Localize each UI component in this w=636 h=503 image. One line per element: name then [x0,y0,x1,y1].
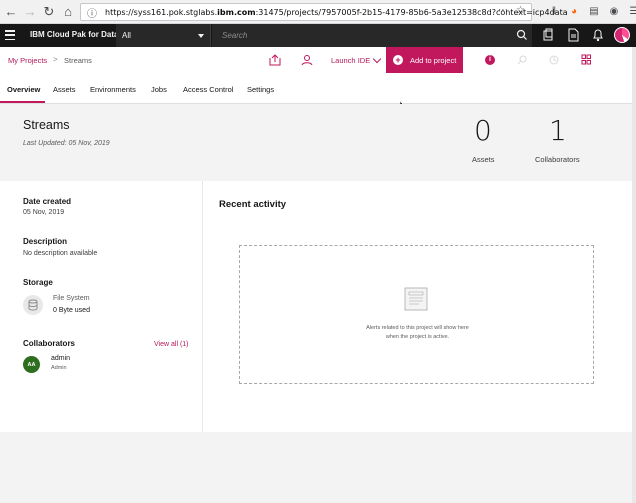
back-icon[interactable]: ← [3,4,19,20]
home-icon[interactable]: ⌂ [60,4,76,20]
export-icon[interactable] [268,54,282,66]
tab-access-control[interactable]: Access Control [183,85,233,94]
scope-select[interactable]: All [116,24,211,47]
document-icon[interactable] [567,28,579,42]
tab-overview[interactable]: Overview [7,85,40,94]
collaborator-name[interactable]: admin [51,355,70,362]
search-assets-icon[interactable] [515,54,529,66]
catalog-icon[interactable] [542,28,554,42]
add-to-project-button[interactable]: + Add to project [386,47,463,73]
empty-state-line2: when the project is active. [385,334,450,340]
footer-band [0,432,632,503]
reload-icon[interactable]: ↻ [41,4,57,20]
description-value: No description available [23,250,98,257]
launch-ide-button[interactable]: Launch IDE [331,54,382,65]
storage-type: File System [53,295,90,302]
empty-document-icon [404,287,428,311]
activity-empty-state: Alerts related to this project will show… [239,245,594,384]
menu-icon[interactable]: ☰ [628,4,636,18]
collaborators-label: Collaborators [23,339,76,348]
breadcrumb-current: Streams [64,56,92,65]
rss-icon[interactable]: ◕ [568,4,580,18]
search-icon[interactable] [516,29,528,41]
hamburger-menu-icon[interactable] [5,30,15,40]
browser-tools: ‖ ◕ ▤ ◉ ☰ [548,4,636,18]
sidebar-icon[interactable]: ▤ [588,4,600,18]
app-header: IBM Cloud Pak for Data All [0,24,636,47]
header-icons [542,28,604,42]
storage-used: 0 Byte used [53,307,90,314]
search-box [212,24,532,47]
user-avatar[interactable] [614,27,630,43]
tab-environments[interactable]: Environments [90,85,136,94]
project-tabs: Overview Assets Environments Jobs Access… [0,73,636,104]
storage-label: Storage [23,278,53,287]
project-details: Date created 05 Nov, 2019 Description No… [0,181,203,432]
library-icon[interactable]: ‖ [548,4,560,18]
recent-activity-panel: Recent activity Alerts related to this p… [204,181,632,432]
chevron-down-icon [372,54,382,64]
add-to-project-label: Add to project [410,55,457,65]
notification-bell-icon[interactable] [592,28,604,42]
grid-apps-icon[interactable] [579,54,593,66]
recent-activity-title: Recent activity [219,199,287,210]
ellipsis-icon[interactable]: ⋯ [498,5,508,16]
assets-count-label: Assets [472,155,495,164]
description-label: Description [23,237,68,246]
breadcrumb-my-projects[interactable]: My Projects [8,56,47,65]
tab-settings[interactable]: Settings [247,85,274,94]
launch-ide-label: Launch IDE [331,56,371,65]
collaborator-role: Admin [51,365,67,371]
info-icon[interactable]: i [485,55,495,65]
site-info-icon[interactable]: ⓘ [87,5,97,20]
view-all-collaborators-link[interactable]: View all (1) [154,341,189,348]
project-title: Streams [23,118,70,132]
empty-state-text: Alerts related to this project will show… [240,324,595,342]
active-tab-indicator [0,101,45,103]
history-icon[interactable] [547,54,561,66]
breadcrumb-separator: > [53,55,58,64]
scope-value: All [122,31,131,40]
search-input[interactable] [222,31,502,40]
chevron-down-icon [198,34,204,38]
forward-icon[interactable]: → [22,4,38,20]
project-summary: Streams Last Updated: 05 Nov, 2019 0 Ass… [0,104,632,181]
assets-count: 0 [474,114,492,147]
add-collaborator-icon[interactable] [300,54,314,66]
collaborator-avatar: AA [23,356,40,373]
add-icon: + [393,55,403,65]
date-created-value: 05 Nov, 2019 [23,209,65,216]
browser-toolbar: ← → ↻ ⌂ ⓘ https://syss161.pok.stglabs.ib… [0,0,636,24]
project-toolbar: My Projects > Streams Launch IDE + Add t… [0,47,636,73]
url-actions: ⋯ ☆ [498,5,525,16]
bookmark-star-icon[interactable]: ☆ [516,5,525,16]
address-bar[interactable]: ⓘ https://syss161.pok.stglabs.ibm.com:31… [80,3,568,21]
account-icon[interactable]: ◉ [608,4,620,18]
collaborators-count-label: Collaborators [535,155,580,164]
empty-state-line1: Alerts related to this project will show… [366,325,469,331]
database-icon [23,295,43,315]
scrollbar-track[interactable] [632,47,636,503]
brand-name: IBM Cloud Pak for Data [30,30,119,39]
last-updated: Last Updated: 05 Nov, 2019 [23,140,110,147]
date-created-label: Date created [23,197,72,206]
tab-assets[interactable]: Assets [53,85,76,94]
tab-jobs[interactable]: Jobs [151,85,167,94]
collaborators-count: 1 [549,114,567,147]
